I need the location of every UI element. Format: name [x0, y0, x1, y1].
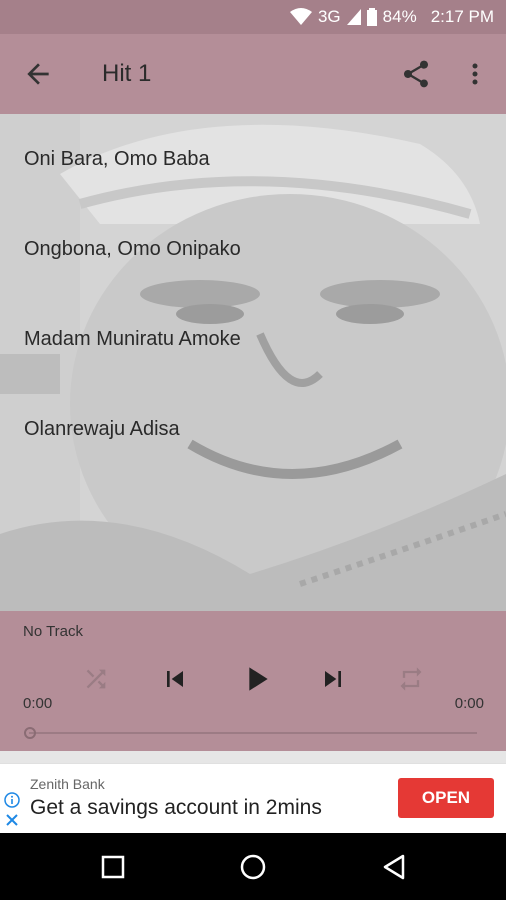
app-bar: Hit 1 [0, 34, 506, 114]
play-icon[interactable] [234, 657, 278, 701]
home-icon[interactable] [237, 851, 269, 883]
share-icon[interactable] [400, 58, 432, 90]
list-item[interactable]: Ongbona, Omo Onipako [0, 204, 506, 294]
player-panel: No Track 0:00 0:00 [0, 611, 506, 751]
track-list-area: Oni Bara, Omo Baba Ongbona, Omo Onipako … [0, 114, 506, 611]
ad-separator [0, 751, 506, 763]
ad-info-icon[interactable] [4, 792, 20, 808]
elapsed-time: 0:00 [23, 695, 53, 712]
ad-banner[interactable]: Zenith Bank Get a savings account in 2mi… [0, 763, 506, 833]
ad-headline: Get a savings account in 2mins [30, 796, 322, 819]
seek-bar[interactable] [29, 732, 477, 734]
skip-previous-icon[interactable] [155, 659, 195, 699]
battery-icon [366, 8, 377, 26]
page-title: Hit 1 [102, 60, 152, 87]
skip-next-icon[interactable] [313, 659, 353, 699]
network-type: 3G [317, 7, 341, 26]
track-list: Oni Bara, Omo Baba Ongbona, Omo Onipako … [0, 114, 506, 474]
shuffle-icon[interactable] [76, 659, 116, 699]
ad-open-button[interactable]: OPEN [398, 778, 494, 818]
ad-advertiser: Zenith Bank [30, 776, 105, 792]
more-vert-icon[interactable] [463, 58, 487, 90]
recents-icon[interactable] [97, 851, 129, 883]
status-bar: 3G 84% 2:17 PM [0, 0, 506, 34]
list-item[interactable]: Oni Bara, Omo Baba [0, 114, 506, 204]
list-item[interactable]: Olanrewaju Adisa [0, 384, 506, 474]
clock: 2:17 PM [430, 7, 494, 26]
status-icons: 3G 84% 2:17 PM [289, 0, 494, 34]
now-playing-label: No Track [23, 623, 84, 640]
seek-thumb[interactable] [24, 727, 36, 739]
ad-close-icon[interactable] [4, 812, 20, 828]
wifi-icon [289, 8, 312, 25]
system-nav-bar [0, 833, 506, 900]
back-arrow-icon[interactable] [22, 58, 54, 90]
signal-icon [346, 9, 361, 25]
list-item[interactable]: Madam Muniratu Amoke [0, 294, 506, 384]
duration-time: 0:00 [454, 695, 484, 712]
battery-percent: 84% [382, 7, 417, 26]
back-triangle-icon[interactable] [378, 851, 410, 883]
repeat-icon[interactable] [391, 659, 431, 699]
